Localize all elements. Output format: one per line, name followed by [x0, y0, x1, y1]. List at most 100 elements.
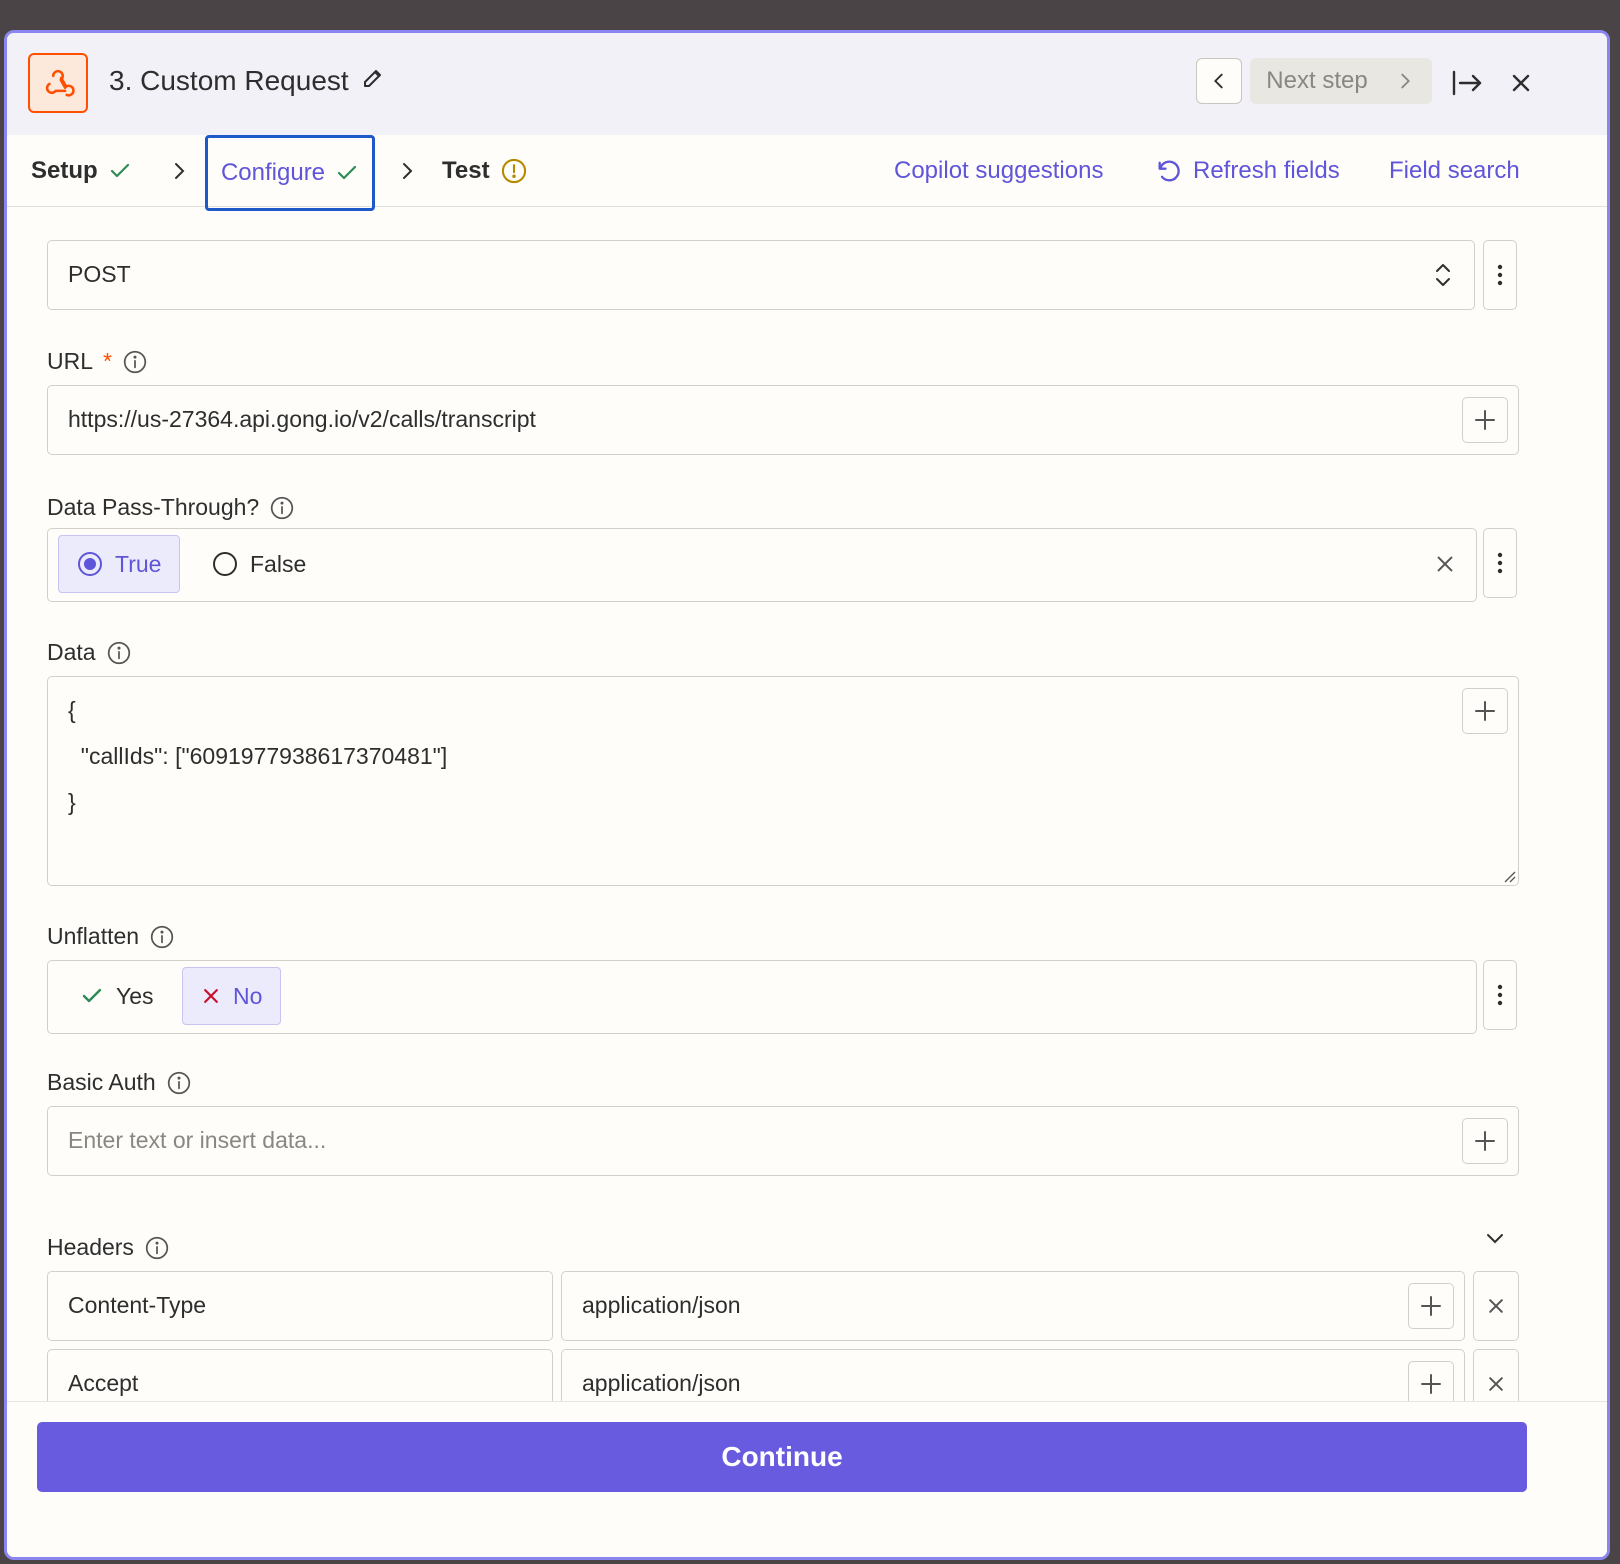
resize-handle-icon[interactable] [1502, 869, 1516, 883]
tab-test[interactable]: Test [442, 135, 528, 207]
basic-auth-label: Basic Auth [47, 1069, 192, 1096]
chevron-right-icon [403, 163, 413, 179]
method-select[interactable]: POST [47, 240, 1475, 310]
warning-circle-icon [501, 158, 526, 184]
unflatten-more-menu[interactable] [1483, 960, 1517, 1030]
unflatten-option-yes[interactable]: Yes [62, 967, 172, 1025]
field-search-link[interactable]: Field search [1389, 157, 1520, 185]
radio-option-false-label: False [250, 550, 307, 577]
collapse-chevron-icon[interactable] [1483, 1226, 1507, 1250]
remove-header-button[interactable] [1473, 1271, 1519, 1341]
close-panel-button[interactable] [1501, 63, 1541, 103]
data-line-2: "callIds": ["6091977938617370481"] [68, 743, 448, 769]
basic-auth-input[interactable]: Enter text or insert data... [47, 1106, 1519, 1176]
unflatten-label: Unflatten [47, 923, 175, 950]
chevron-left-icon [1214, 73, 1223, 89]
unflatten-yes-label: Yes [116, 982, 154, 1009]
url-label: URL * [47, 348, 148, 375]
method-value: POST [68, 261, 131, 287]
header-value-text: application/json [582, 1370, 741, 1396]
unflatten-toggle-group: Yes No [47, 960, 1477, 1034]
close-icon [1489, 1377, 1503, 1391]
clear-selection-button[interactable] [1434, 553, 1456, 580]
close-icon [1489, 1299, 1503, 1313]
info-icon[interactable] [166, 1070, 192, 1096]
header-value-input[interactable]: application/json [561, 1271, 1465, 1341]
radio-option-true-label: True [115, 550, 162, 577]
chevron-up-down-icon [1436, 264, 1450, 286]
more-vertical-icon [1497, 552, 1503, 574]
radio-option-false[interactable]: False [194, 535, 324, 593]
header-key-value: Accept [68, 1370, 139, 1396]
unflatten-option-no[interactable]: No [182, 967, 282, 1025]
info-icon[interactable] [269, 495, 295, 521]
tab-setup-label: Setup [31, 157, 98, 184]
data-textarea[interactable]: { "callIds": ["6091977938617370481"] } [47, 676, 1519, 886]
required-marker: * [103, 348, 112, 374]
info-icon[interactable] [144, 1235, 170, 1261]
plus-icon [1475, 1131, 1495, 1151]
url-value: https://us-27364.api.gong.io/v2/calls/tr… [68, 406, 536, 432]
tab-configure-label: Configure [220, 159, 326, 186]
pass-through-more-menu[interactable] [1483, 528, 1517, 598]
pass-through-label-text: Data Pass-Through? [47, 494, 260, 520]
headers-label-text: Headers [47, 1234, 134, 1260]
plus-icon [1475, 410, 1495, 430]
more-vertical-icon [1497, 984, 1503, 1006]
data-label: Data [47, 639, 132, 666]
refresh-icon [1158, 160, 1180, 182]
basic-auth-placeholder: Enter text or insert data... [68, 1127, 327, 1153]
insert-data-button[interactable] [1408, 1283, 1454, 1329]
insert-data-button[interactable] [1462, 397, 1508, 443]
x-mark-icon [204, 989, 218, 1003]
headers-label: Headers [47, 1234, 170, 1261]
info-icon[interactable] [149, 924, 175, 950]
arrow-right-bar-icon [1452, 70, 1482, 96]
radio-unselected-icon [213, 552, 237, 576]
plus-icon [1421, 1296, 1441, 1316]
tab-configure[interactable]: Configure [205, 135, 375, 211]
url-input[interactable]: https://us-27364.api.gong.io/v2/calls/tr… [47, 385, 1519, 455]
check-icon [82, 988, 102, 1003]
chevron-right-icon [1401, 73, 1410, 89]
info-icon[interactable] [106, 640, 132, 666]
tab-setup[interactable]: Setup [31, 135, 132, 207]
step-title-text: 3. Custom Request [109, 65, 349, 96]
close-icon [1437, 556, 1453, 572]
copilot-suggestions-link[interactable]: Copilot suggestions [894, 157, 1103, 185]
tab-test-label: Test [442, 157, 490, 184]
basic-auth-label-text: Basic Auth [47, 1069, 156, 1095]
refresh-fields-label: Refresh fields [1193, 157, 1340, 184]
info-icon[interactable] [122, 349, 148, 375]
continue-button[interactable]: Continue [37, 1422, 1527, 1492]
unflatten-no-label: No [233, 982, 263, 1009]
data-label-text: Data [47, 639, 96, 665]
copilot-suggestions-label: Copilot suggestions [894, 157, 1104, 184]
form-content: POST URL * https://us-27364.api.gong.io/… [7, 208, 1607, 1423]
radio-option-true[interactable]: True [58, 535, 181, 593]
plus-icon [1475, 701, 1495, 721]
refresh-fields-link[interactable]: Refresh fields [1155, 157, 1340, 185]
data-line-1: { [68, 697, 76, 723]
next-step-button[interactable]: Next step [1250, 58, 1432, 104]
method-more-menu[interactable] [1483, 240, 1517, 310]
pass-through-label: Data Pass-Through? [47, 494, 295, 521]
edit-pencil-icon[interactable] [361, 65, 385, 97]
check-icon [337, 165, 357, 180]
radio-selected-icon [78, 552, 102, 576]
title-bar: 3. Custom Request Next step [7, 33, 1607, 135]
previous-step-button[interactable] [1196, 58, 1242, 104]
insert-data-button[interactable] [1462, 1118, 1508, 1164]
unflatten-label-text: Unflatten [47, 923, 140, 949]
header-key-input[interactable]: Content-Type [47, 1271, 553, 1341]
url-label-text: URL [47, 348, 94, 374]
webhook-icon [28, 53, 88, 113]
step-editor-panel: 3. Custom Request Next step Setup Config… [4, 30, 1610, 1560]
expand-panel-button[interactable] [1447, 63, 1487, 103]
insert-data-button[interactable] [1462, 688, 1508, 734]
footer: Continue [7, 1401, 1607, 1557]
check-icon [110, 163, 129, 178]
close-icon [1512, 74, 1530, 92]
header-key-value: Content-Type [68, 1292, 207, 1318]
continue-label: Continue [721, 1441, 843, 1472]
